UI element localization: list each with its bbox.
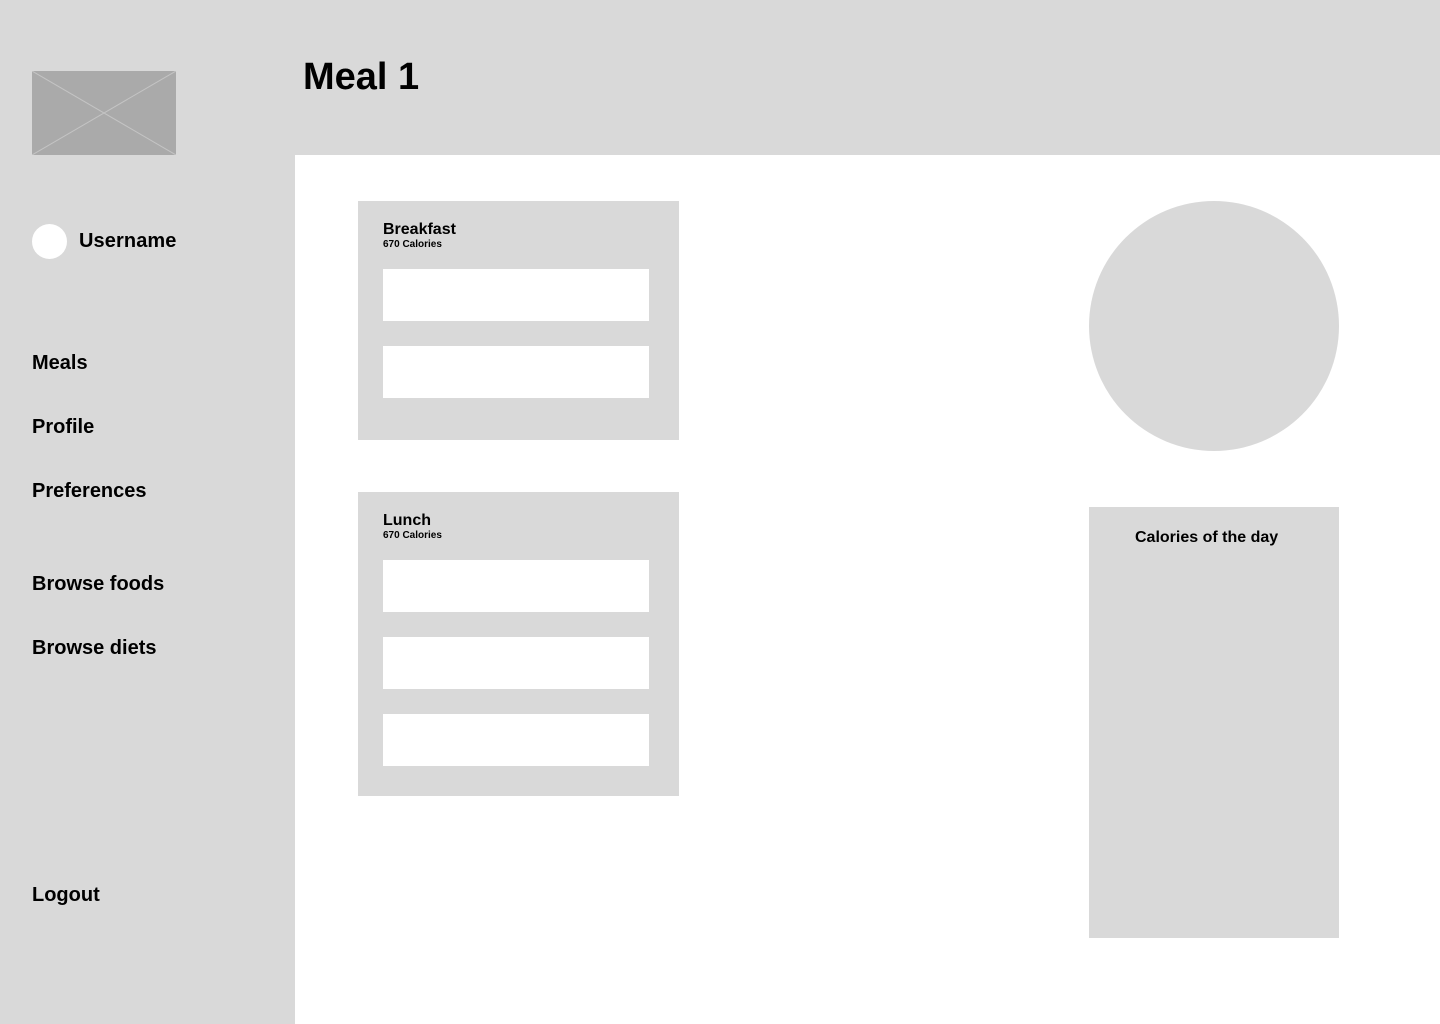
meal-calories: 670 Calories (383, 239, 442, 250)
sidebar: Username Meals Profile Preferences Brows… (0, 0, 295, 1024)
header (295, 0, 1440, 155)
page-title: Meal 1 (303, 56, 420, 98)
food-item-slot[interactable] (383, 346, 649, 398)
nav-item-browse-diets[interactable]: Browse diets (32, 637, 156, 660)
nav-item-browse-foods[interactable]: Browse foods (32, 573, 164, 596)
meal-title: Lunch (383, 512, 431, 529)
avatar[interactable] (32, 224, 67, 259)
meal-title: Breakfast (383, 221, 456, 238)
user-profile[interactable]: Username (32, 224, 177, 259)
calorie-chart-placeholder (1089, 201, 1339, 451)
food-item-slot[interactable] (383, 269, 649, 321)
nav-item-preferences[interactable]: Preferences (32, 480, 147, 503)
calories-of-the-day-panel: Calories of the day (1089, 507, 1339, 938)
meal-card-lunch[interactable]: Lunch 670 Calories (358, 492, 679, 796)
meal-calories: 670 Calories (383, 530, 442, 541)
logout-button[interactable]: Logout (32, 884, 100, 907)
food-item-slot[interactable] (383, 714, 649, 766)
username-label: Username (79, 230, 177, 252)
food-item-slot[interactable] (383, 637, 649, 689)
logo-placeholder-icon (32, 71, 176, 155)
nav-item-profile[interactable]: Profile (32, 416, 94, 439)
nav-item-meals[interactable]: Meals (32, 352, 88, 375)
food-item-slot[interactable] (383, 560, 649, 612)
calories-panel-title: Calories of the day (1135, 529, 1279, 546)
meal-card-breakfast[interactable]: Breakfast 670 Calories (358, 201, 679, 440)
